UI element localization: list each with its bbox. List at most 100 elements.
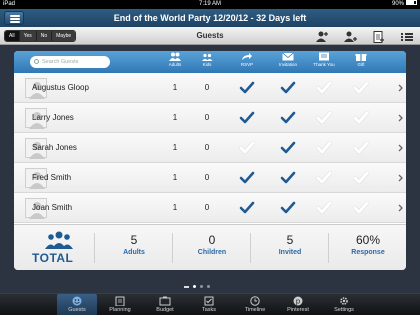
guest-row[interactable]: Larry Jones 1 0 <box>14 103 406 133</box>
total-adults-value: 5 <box>130 233 138 247</box>
search-icon <box>34 59 39 64</box>
total-adults: 5 Adults <box>96 229 172 267</box>
thank-you-check-icon[interactable] <box>316 81 332 95</box>
thank-you-header-label: Thank You <box>313 62 335 67</box>
guest-name: Joan Smith <box>32 203 73 212</box>
svg-text:p: p <box>296 298 301 306</box>
list-view-button[interactable] <box>400 30 414 42</box>
tab-pinterest[interactable]: p Pinterest <box>278 294 318 315</box>
export-button[interactable] <box>372 30 386 43</box>
guest-name: Larry Jones <box>32 113 74 122</box>
kids-icon <box>202 53 213 61</box>
guest-kids: 0 <box>204 143 210 152</box>
chevron-right-icon[interactable] <box>397 174 404 182</box>
divider <box>172 233 173 263</box>
total-response-label: Response <box>351 249 385 256</box>
total-label: TOTAL <box>32 251 74 265</box>
status-bar: iPad 7:19 AM 90% <box>0 0 420 9</box>
tab-label: Tasks <box>201 307 217 313</box>
gift-check-icon[interactable] <box>353 111 369 125</box>
rsvp-check-icon[interactable] <box>239 111 255 125</box>
divider <box>328 233 329 263</box>
guest-row[interactable]: Fred Smith 1 0 <box>14 163 406 193</box>
invitation-header-label: Invitation <box>278 62 297 67</box>
guest-kids: 0 <box>204 83 210 92</box>
guest-name: Fred Smith <box>32 173 72 182</box>
thank-you-card-icon <box>319 52 329 61</box>
guest-adults: 1 <box>172 173 178 182</box>
rsvp-check-icon[interactable] <box>239 171 255 185</box>
gift-check-icon[interactable] <box>353 201 369 215</box>
invitation-check-icon[interactable] <box>280 81 296 95</box>
invitation-check-icon[interactable] <box>280 111 296 125</box>
column-header: Search Guests Adults Kids RSVP Invitatio… <box>14 51 406 73</box>
document-icon <box>373 31 384 43</box>
column-rsvp[interactable]: RSVP <box>230 52 264 67</box>
chevron-right-icon[interactable] <box>397 114 404 122</box>
thank-you-check-icon[interactable] <box>316 201 332 215</box>
add-group-button[interactable] <box>344 30 358 42</box>
chevron-right-icon[interactable] <box>397 204 404 212</box>
timeline-icon <box>250 296 260 306</box>
total-children: 0 Children <box>174 229 250 267</box>
total-invited: 5 Invited <box>252 229 328 267</box>
tab-tasks[interactable]: Tasks <box>189 294 229 315</box>
page-dot <box>200 285 203 288</box>
guest-kids: 0 <box>204 113 210 122</box>
guest-adults: 1 <box>172 143 178 152</box>
page-dot <box>207 285 210 288</box>
guest-row[interactable]: Augustus Gloop 1 0 <box>14 73 406 103</box>
guest-row[interactable]: Sarah Jones 1 0 <box>14 133 406 163</box>
gift-check-icon[interactable] <box>353 141 369 155</box>
guest-table: Augustus Gloop 1 0 Larry Jones 1 0 Sarah… <box>14 73 406 223</box>
tab-guests[interactable]: Guests <box>57 294 97 315</box>
thank-you-check-icon[interactable] <box>316 171 332 185</box>
invitation-check-icon[interactable] <box>280 141 296 155</box>
guest-kids: 0 <box>204 203 210 212</box>
search-input[interactable]: Search Guests <box>30 56 110 68</box>
total-adults-label: Adults <box>123 249 145 256</box>
tab-budget[interactable]: Budget <box>145 294 185 315</box>
thank-you-check-icon[interactable] <box>316 111 332 125</box>
invitation-check-icon[interactable] <box>280 171 296 185</box>
list-icon <box>401 33 413 41</box>
tab-label: Planning <box>109 307 131 313</box>
column-thank-you[interactable]: Thank You <box>307 52 341 67</box>
gift-check-icon[interactable] <box>353 81 369 95</box>
toolbar-actions <box>316 30 414 43</box>
gift-icon <box>355 54 367 61</box>
invitation-check-icon[interactable] <box>280 201 296 215</box>
pinterest-icon: p <box>293 296 303 306</box>
rsvp-check-icon[interactable] <box>239 141 255 155</box>
rsvp-icon <box>242 53 252 60</box>
chevron-right-icon[interactable] <box>397 144 404 152</box>
column-gift[interactable]: Gift <box>344 52 378 67</box>
add-guest-button[interactable] <box>316 30 330 42</box>
guest-toolbar: All Yes No Maybe Guests <box>0 27 420 45</box>
chevron-right-icon[interactable] <box>397 84 404 92</box>
guest-row[interactable]: Joan Smith 1 0 <box>14 193 406 223</box>
event-title: End of the World Party 12/20/12 - 32 Day… <box>113 13 307 23</box>
guest-list-panel: Search Guests Adults Kids RSVP Invitatio… <box>14 51 406 270</box>
column-invitation[interactable]: Invitation <box>271 52 305 67</box>
column-adults[interactable]: Adults <box>158 52 192 67</box>
tab-planning[interactable]: Planning <box>100 294 140 315</box>
search-placeholder: Search Guests <box>42 59 79 65</box>
column-kids[interactable]: Kids <box>190 52 224 67</box>
page-indicator[interactable] <box>184 285 210 288</box>
add-group-icon <box>344 31 357 42</box>
tab-settings[interactable]: Settings <box>324 294 364 315</box>
tab-timeline[interactable]: Timeline <box>235 294 275 315</box>
adults-icon <box>169 52 181 61</box>
battery-indicator: 90% <box>392 0 417 9</box>
tasks-icon <box>204 296 214 306</box>
guest-adults: 1 <box>172 83 178 92</box>
rsvp-check-icon[interactable] <box>239 81 255 95</box>
battery-percent: 90% <box>391 1 404 7</box>
rsvp-check-icon[interactable] <box>239 201 255 215</box>
tab-bar: Guests Planning Budget Tasks Timeline p … <box>0 293 420 315</box>
gift-check-icon[interactable] <box>353 171 369 185</box>
thank-you-check-icon[interactable] <box>316 141 332 155</box>
page-indicator-glyph <box>184 285 189 288</box>
guest-adults: 1 <box>172 113 178 122</box>
